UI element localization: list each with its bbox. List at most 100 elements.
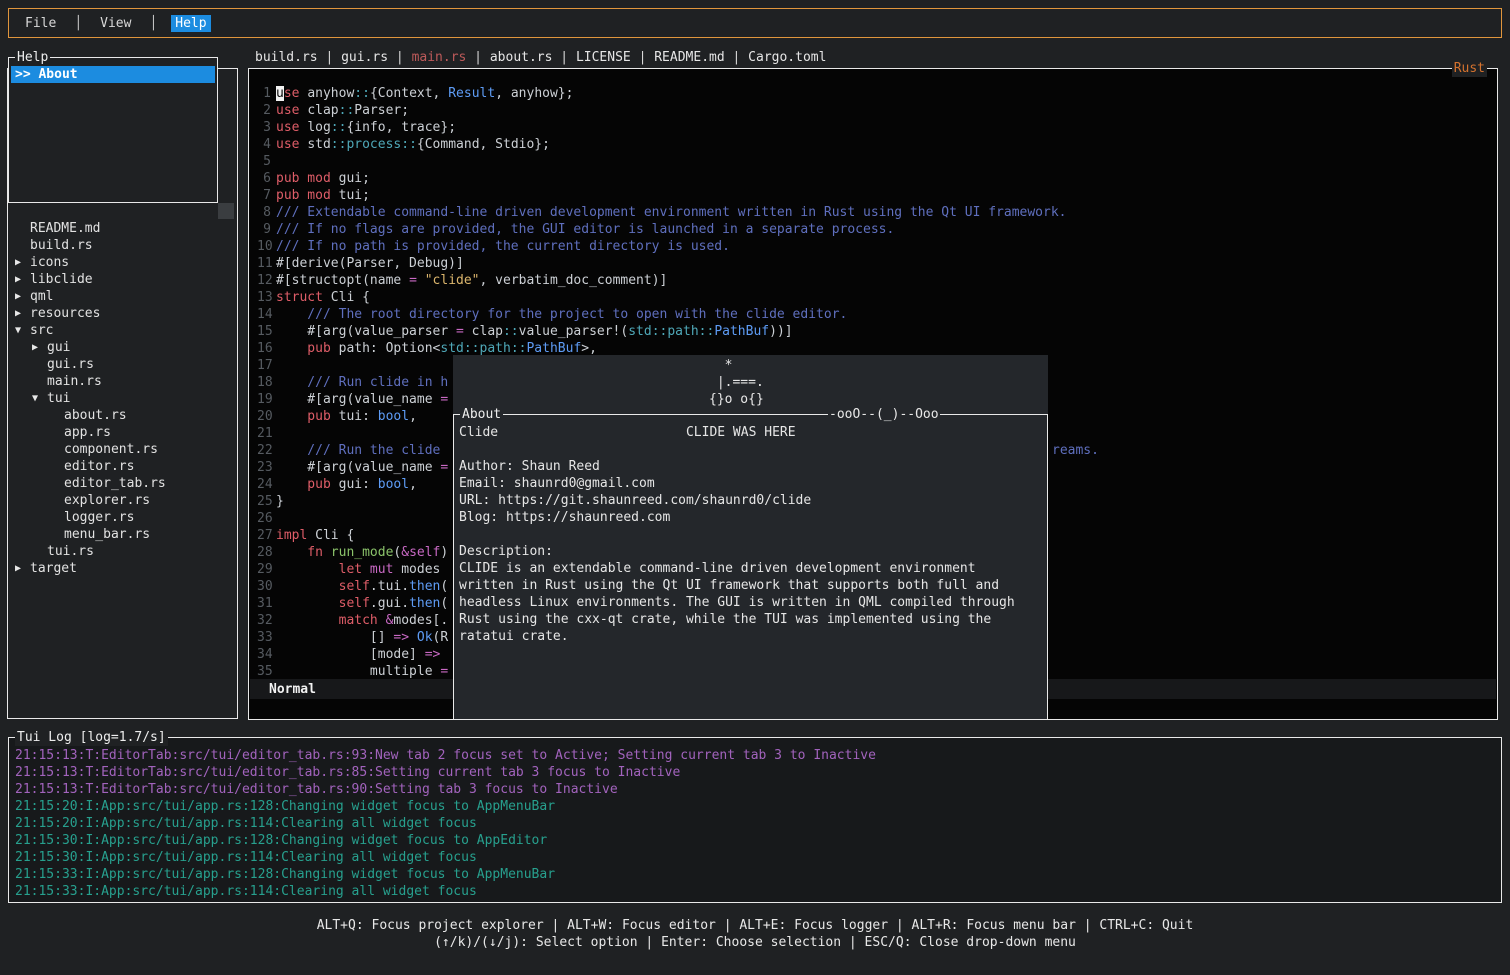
line-number: 6: [257, 170, 271, 187]
code-line: 9/// If no flags are provided, the GUI e…: [257, 221, 1495, 238]
line-number: 32: [257, 612, 271, 629]
line-number: 10: [257, 238, 271, 255]
line-number: 19: [257, 391, 271, 408]
menu-separator: │: [74, 15, 82, 32]
tree-item-libclide[interactable]: ▶libclide: [8, 271, 235, 288]
vim-mode-indicator: Normal: [250, 681, 316, 698]
chevron-right-icon[interactable]: ▶: [13, 254, 30, 271]
code-segment: ::: [401, 137, 417, 152]
code-segment: value_parser!(: [519, 324, 629, 339]
scrollbar-thumb[interactable]: [218, 203, 234, 219]
tab-gui.rs[interactable]: gui.rs: [341, 50, 388, 65]
tree-item-menu_bar.rs[interactable]: menu_bar.rs: [8, 526, 235, 543]
code-segment: pub: [276, 409, 339, 424]
chevron-right-icon[interactable]: ▶: [13, 305, 30, 322]
tree-item-tui.rs[interactable]: tui.rs: [8, 543, 235, 560]
tree-item-app.rs[interactable]: app.rs: [8, 424, 235, 441]
tab-separator: |: [318, 50, 341, 65]
tree-item-src[interactable]: ▼src: [8, 322, 235, 339]
tree-item-icons[interactable]: ▶icons: [8, 254, 235, 271]
code-segment: ::: [339, 103, 355, 118]
code-segment: {Command, Stdio};: [417, 137, 550, 152]
tree-item-editor_tab.rs[interactable]: editor_tab.rs: [8, 475, 235, 492]
code-line: 2use clap::Parser;: [257, 102, 1495, 119]
code-segment: use: [276, 137, 307, 152]
code-segment: []: [276, 630, 393, 645]
code-segment: u: [276, 86, 284, 101]
chevron-down-icon[interactable]: ▼: [13, 322, 30, 339]
tree-item-tui[interactable]: ▼tui: [8, 390, 235, 407]
tree-item-build.rs[interactable]: build.rs: [8, 237, 235, 254]
tree-item-target[interactable]: ▶target: [8, 560, 235, 577]
code-segment: pub mod: [276, 171, 339, 186]
code-segment: anyhow: [307, 86, 354, 101]
code-line: 3use log::{info, trace};: [257, 119, 1495, 136]
line-number: 5: [257, 153, 271, 170]
ascii-art-line: *: [709, 357, 764, 374]
tree-item-explorer.rs[interactable]: explorer.rs: [8, 492, 235, 509]
code-line: 13struct Cli {: [257, 289, 1495, 306]
code-segment: path: Option<: [339, 341, 441, 356]
tree-item-resources[interactable]: ▶resources: [8, 305, 235, 322]
about-dialog-line: Author: Shaun Reed: [459, 458, 1045, 475]
about-dialog-title: About: [460, 406, 503, 423]
code-segment: run_mode: [331, 545, 394, 560]
tab-Cargo.toml[interactable]: Cargo.toml: [748, 50, 826, 65]
tree-item-label: logger.rs: [64, 509, 134, 526]
about-dialog-line: URL: https://git.shaunreed.com/shaunrd0/…: [459, 492, 1045, 509]
tab-README.md[interactable]: README.md: [654, 50, 724, 65]
log-panel[interactable]: Tui Log [log=1.7/s] 21:15:13:T:EditorTab…: [8, 737, 1502, 903]
tree-item-component.rs[interactable]: component.rs: [8, 441, 235, 458]
tab-separator: |: [388, 50, 411, 65]
tab-about.rs[interactable]: about.rs: [490, 50, 553, 65]
chevron-right-icon[interactable]: ▶: [30, 339, 47, 356]
tree-item-label: app.rs: [64, 424, 111, 441]
tree-item-main.rs[interactable]: main.rs: [8, 373, 235, 390]
chevron-down-icon[interactable]: ▼: [30, 390, 47, 407]
menu-item-file[interactable]: File: [21, 15, 60, 32]
code-segment: ))]: [769, 324, 792, 339]
menu-item-view[interactable]: View: [96, 15, 135, 32]
about-dialog-line: [459, 441, 1045, 458]
chevron-right-icon[interactable]: ▶: [13, 271, 30, 288]
tree-item-about.rs[interactable]: about.rs: [8, 407, 235, 424]
tree-indent: [30, 356, 47, 373]
code-segment: Parser;: [354, 103, 409, 118]
code-segment: Ok: [417, 630, 433, 645]
tree-item-logger.rs[interactable]: logger.rs: [8, 509, 235, 526]
tree-item-editor.rs[interactable]: editor.rs: [8, 458, 235, 475]
help-option-about[interactable]: >> About: [11, 66, 215, 83]
code-segment: /// The root directory for the project t…: [276, 307, 847, 322]
code-segment: impl: [276, 528, 315, 543]
tree-item-label: menu_bar.rs: [64, 526, 150, 543]
tree-item-README.md[interactable]: README.md: [8, 220, 235, 237]
code-segment: "clide": [425, 273, 480, 288]
code-segment: bool: [378, 477, 409, 492]
tab-LICENSE[interactable]: LICENSE: [576, 50, 631, 65]
tab-build.rs[interactable]: build.rs: [255, 50, 318, 65]
code-segment: std: [307, 137, 330, 152]
menu-separator: │: [149, 15, 157, 32]
log-line: 21:15:13:T:EditorTab:src/tui/editor_tab.…: [15, 781, 1499, 798]
line-number: 29: [257, 561, 271, 578]
tree-indent: [47, 475, 64, 492]
tree-item-gui[interactable]: ▶gui: [8, 339, 235, 356]
tree-item-qml[interactable]: ▶qml: [8, 288, 235, 305]
editor-tabs: build.rs | gui.rs | main.rs | about.rs |…: [255, 49, 826, 66]
line-number: 20: [257, 408, 271, 425]
ascii-art-border: -ooO--(_)--Ooo: [828, 406, 940, 423]
chevron-right-icon[interactable]: ▶: [13, 560, 30, 577]
chevron-right-icon[interactable]: ▶: [13, 288, 30, 305]
file-tree: README.mdbuild.rs▶icons▶libclide▶qml▶res…: [8, 220, 235, 577]
code-segment: {Context,: [370, 86, 448, 101]
menu-item-help[interactable]: Help: [171, 15, 210, 32]
line-number: 1: [257, 85, 271, 102]
tree-item-label: editor.rs: [64, 458, 134, 475]
tree-item-gui.rs[interactable]: gui.rs: [8, 356, 235, 373]
code-segment: .gui.: [370, 596, 409, 611]
code-segment: modes: [401, 562, 440, 577]
line-number: 27: [257, 527, 271, 544]
tab-main.rs[interactable]: main.rs: [412, 50, 467, 65]
code-segment: std: [440, 341, 463, 356]
ascii-art-line: {}o o{}: [709, 391, 764, 408]
